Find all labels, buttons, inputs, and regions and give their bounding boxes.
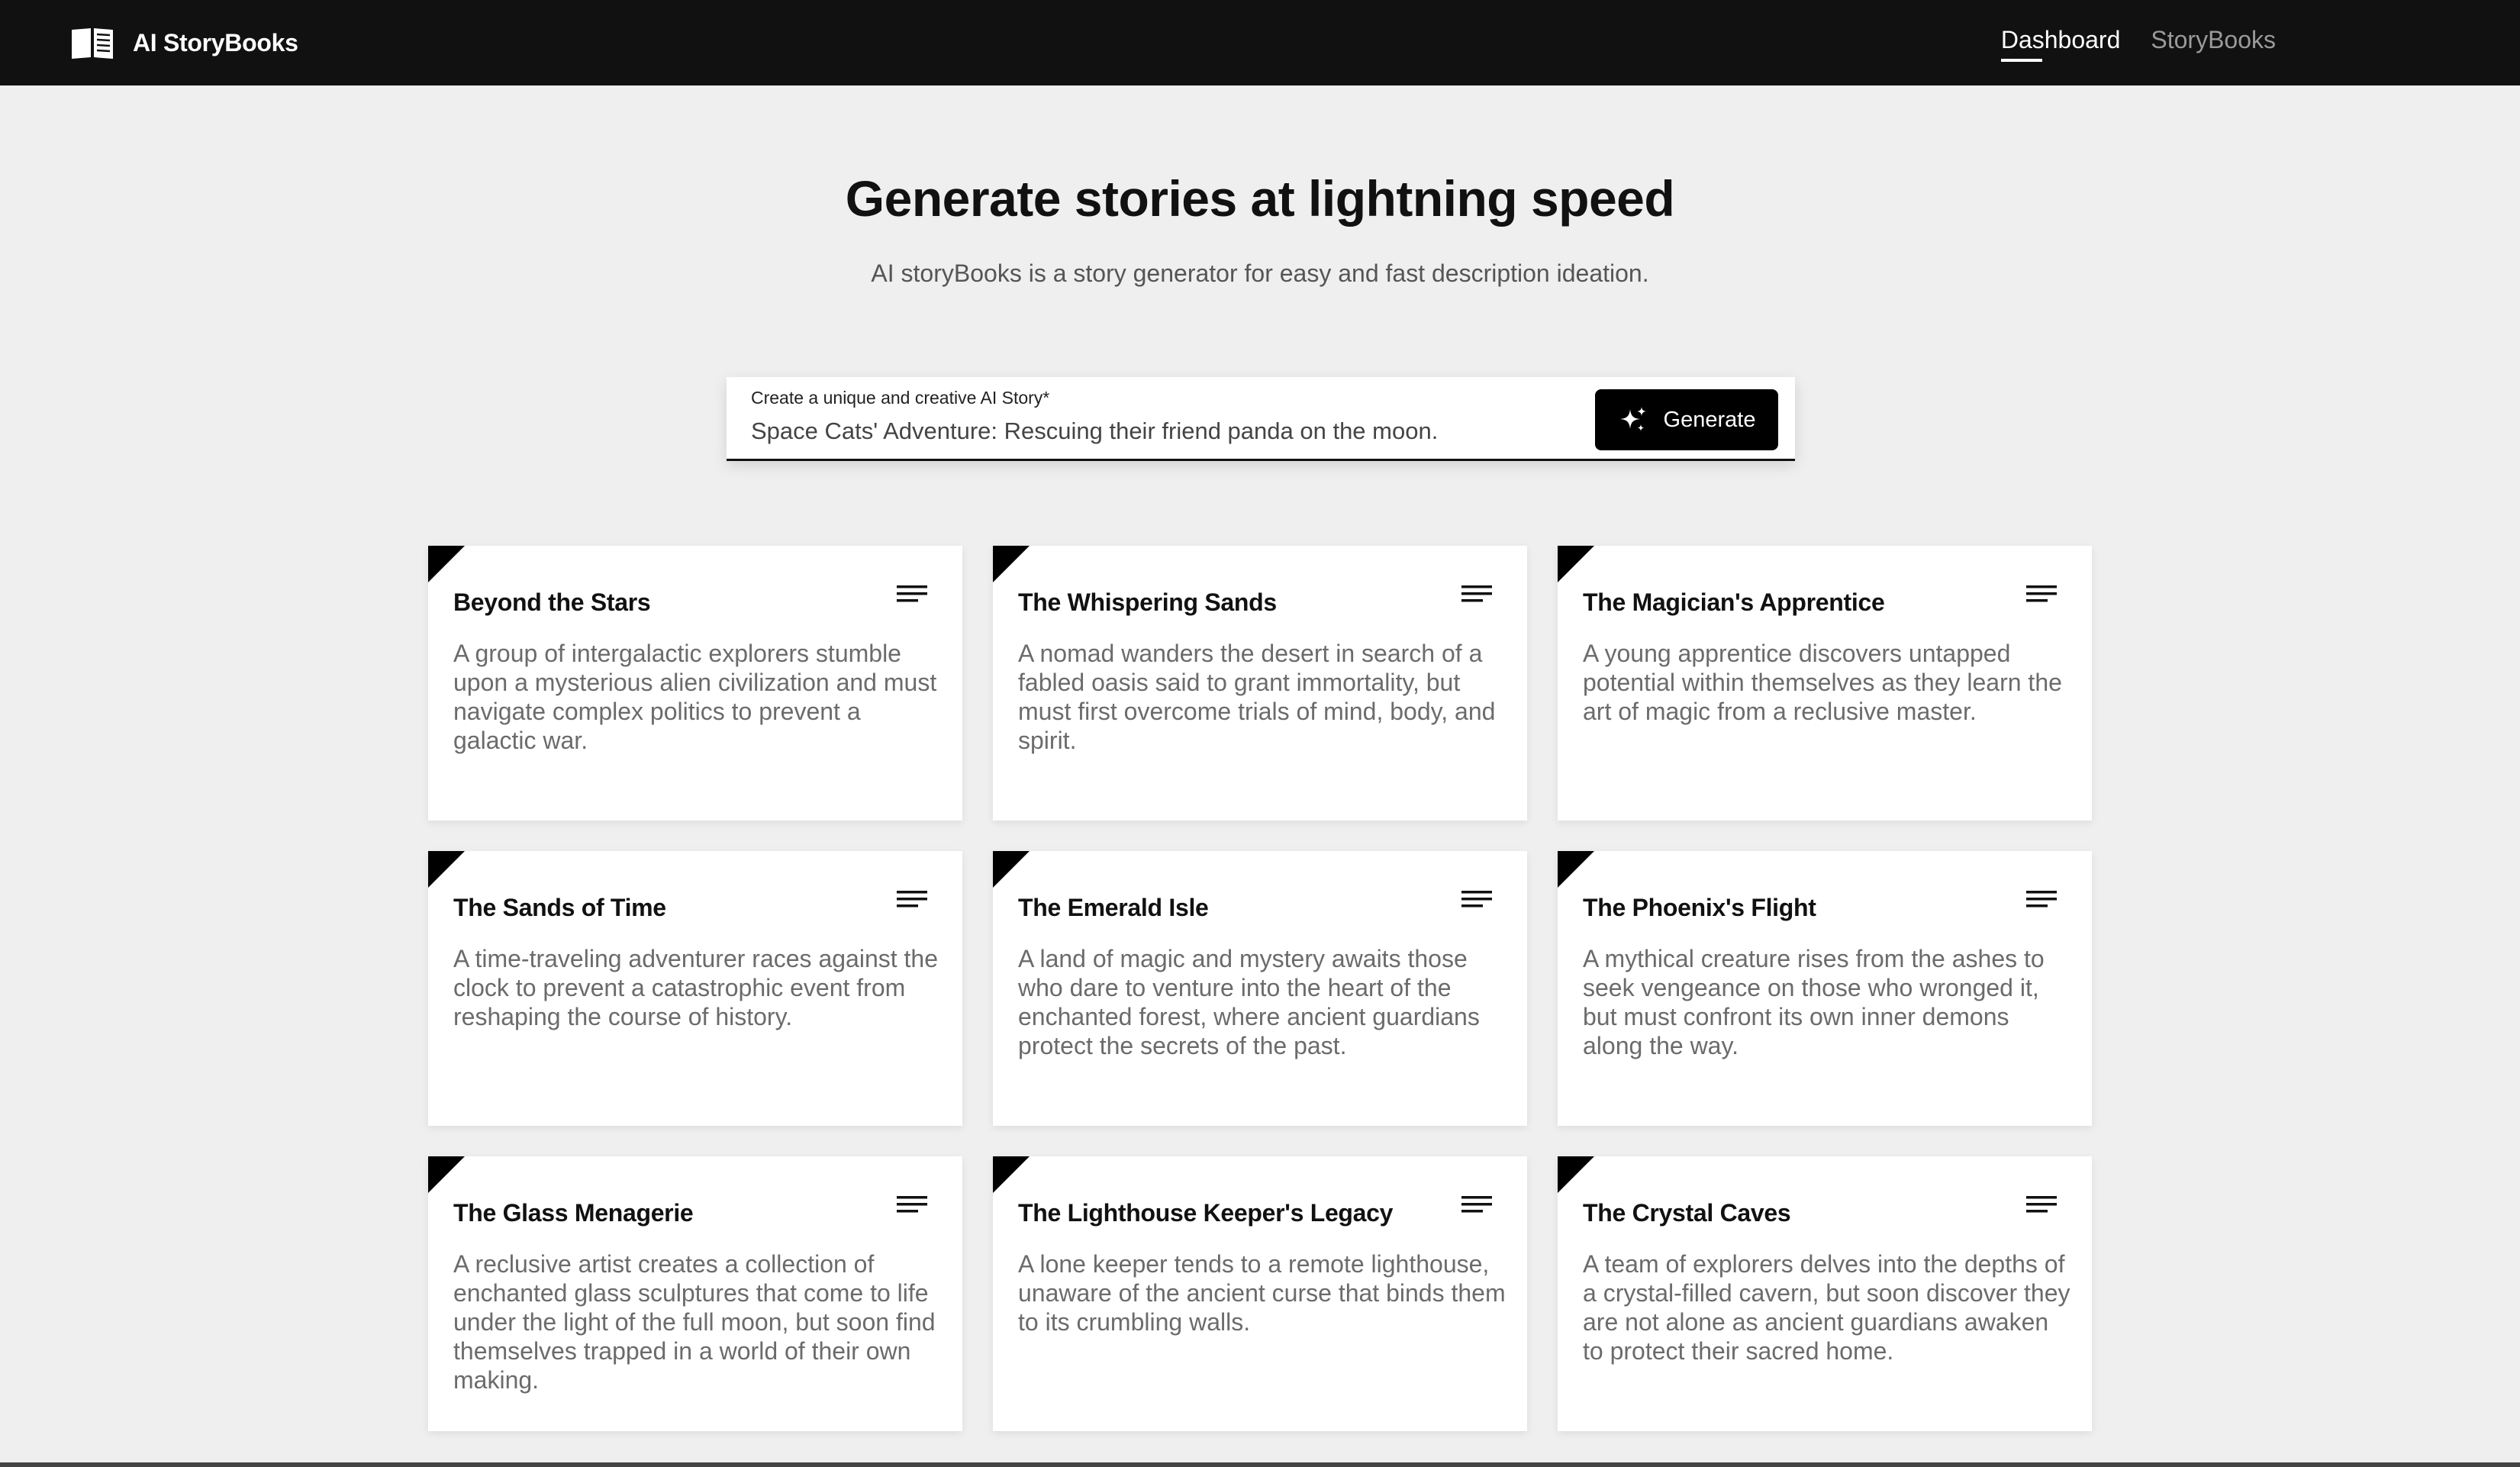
generate-button[interactable]: Generate xyxy=(1595,389,1778,450)
story-card[interactable]: The Sands of Time A time-traveling adven… xyxy=(428,851,962,1126)
story-card-description: A nomad wanders the desert in search of … xyxy=(1018,640,1496,754)
menu-icon[interactable] xyxy=(897,889,927,914)
story-card-description: A lone keeper tends to a remote lighthou… xyxy=(1018,1250,1506,1336)
story-card[interactable]: Beyond the Stars A group of intergalacti… xyxy=(428,546,962,821)
menu-icon[interactable] xyxy=(1461,889,1492,914)
corner-flag xyxy=(1558,546,1594,582)
top-navbar: AI StoryBooks Dashboard StoryBooks xyxy=(0,0,2520,85)
corner-flag xyxy=(428,851,465,888)
story-card[interactable]: The Crystal Caves A team of explorers de… xyxy=(1558,1156,2092,1431)
story-card-title: The Sands of Time xyxy=(453,894,666,921)
story-card[interactable]: The Emerald Isle A land of magic and mys… xyxy=(993,851,1527,1126)
story-card-description: A reclusive artist creates a collection … xyxy=(453,1250,936,1394)
story-card[interactable]: The Whispering Sands A nomad wanders the… xyxy=(993,546,1527,821)
story-card[interactable]: The Magician's Apprentice A young appren… xyxy=(1558,546,2092,821)
story-card-description: A young apprentice discovers untapped po… xyxy=(1583,640,2062,725)
story-card-title: The Phoenix's Flight xyxy=(1583,894,1816,921)
sparkles-icon xyxy=(1618,405,1648,435)
menu-icon[interactable] xyxy=(2026,1195,2057,1219)
brand-name: AI StoryBooks xyxy=(133,28,298,56)
corner-flag xyxy=(1558,1156,1594,1193)
story-prompt-field: Create a unique and creative AI Story* G… xyxy=(727,377,1795,461)
story-card[interactable]: The Lighthouse Keeper's Legacy A lone ke… xyxy=(993,1156,1527,1431)
nav-links: Dashboard StoryBooks xyxy=(2000,26,2276,62)
nav-link-dashboard[interactable]: Dashboard xyxy=(2000,26,2120,62)
corner-flag xyxy=(1558,851,1594,888)
nav-link-storybooks[interactable]: StoryBooks xyxy=(2151,26,2276,62)
corner-flag xyxy=(993,851,1030,888)
story-card-description: A time-traveling adventurer races agains… xyxy=(453,945,938,1030)
story-card-grid: Beyond the Stars A group of intergalacti… xyxy=(428,546,2092,1431)
book-open-icon xyxy=(70,25,114,60)
story-card-description: A team of explorers delves into the dept… xyxy=(1583,1250,2070,1365)
story-card-title: The Lighthouse Keeper's Legacy xyxy=(1018,1199,1394,1227)
story-card-title: The Glass Menagerie xyxy=(453,1199,694,1227)
story-card[interactable]: The Glass Menagerie A reclusive artist c… xyxy=(428,1156,962,1431)
brand-logo[interactable]: AI StoryBooks xyxy=(70,24,298,62)
story-card-title: The Magician's Apprentice xyxy=(1583,588,1885,616)
story-card-title: The Whispering Sands xyxy=(1018,588,1277,616)
story-card-title: The Crystal Caves xyxy=(1583,1199,1791,1227)
menu-icon[interactable] xyxy=(897,1195,927,1219)
menu-icon[interactable] xyxy=(2026,584,2057,608)
menu-icon[interactable] xyxy=(897,584,927,608)
corner-flag xyxy=(428,546,465,582)
page-subtitle: AI storyBooks is a story generator for e… xyxy=(871,260,1649,287)
menu-icon[interactable] xyxy=(1461,1195,1492,1219)
story-prompt-input[interactable] xyxy=(751,414,1545,449)
corner-flag xyxy=(428,1156,465,1193)
bottom-divider xyxy=(0,1462,2520,1467)
generate-button-label: Generate xyxy=(1663,407,1756,432)
corner-flag xyxy=(993,1156,1030,1193)
story-card-title: The Emerald Isle xyxy=(1018,894,1209,921)
page-title: Generate stories at lightning speed xyxy=(845,170,1675,227)
story-card-description: A land of magic and mystery awaits those… xyxy=(1018,945,1480,1059)
story-card-title: Beyond the Stars xyxy=(453,588,651,616)
story-card-description: A mythical creature rises from the ashes… xyxy=(1583,945,2045,1059)
story-prompt-label: Create a unique and creative AI Story* xyxy=(751,388,1050,408)
story-card[interactable]: The Phoenix's Flight A mythical creature… xyxy=(1558,851,2092,1126)
story-card-description: A group of intergalactic explorers stumb… xyxy=(453,640,937,754)
menu-icon[interactable] xyxy=(1461,584,1492,608)
menu-icon[interactable] xyxy=(2026,889,2057,914)
corner-flag xyxy=(993,546,1030,582)
